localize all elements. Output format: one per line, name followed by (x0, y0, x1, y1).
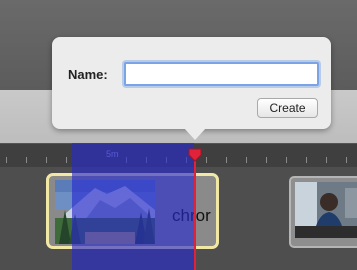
ruler-tick (226, 157, 227, 163)
popover-arrow (184, 128, 206, 142)
name-input[interactable] (124, 62, 319, 86)
name-label: Name: (68, 67, 108, 82)
ruler-tick (66, 157, 67, 163)
playhead-handle[interactable] (187, 148, 203, 162)
ruler-tick (206, 157, 207, 163)
video-clip[interactable] (289, 176, 357, 248)
ruler-tick (266, 157, 267, 163)
ruler-tick (326, 157, 327, 163)
ruler-tick (286, 157, 287, 163)
ruler-tick (346, 157, 347, 163)
ruler-tick (6, 157, 7, 163)
ruler-tick (306, 157, 307, 163)
clip-thumbnail-person (295, 182, 357, 238)
create-button[interactable]: Create (257, 98, 318, 118)
playhead-line[interactable] (194, 150, 196, 270)
name-popover: Name: Create (52, 37, 331, 129)
ruler-tick (246, 157, 247, 163)
ruler-tick (26, 157, 27, 163)
range-selection[interactable] (72, 143, 194, 270)
ruler-tick (46, 157, 47, 163)
